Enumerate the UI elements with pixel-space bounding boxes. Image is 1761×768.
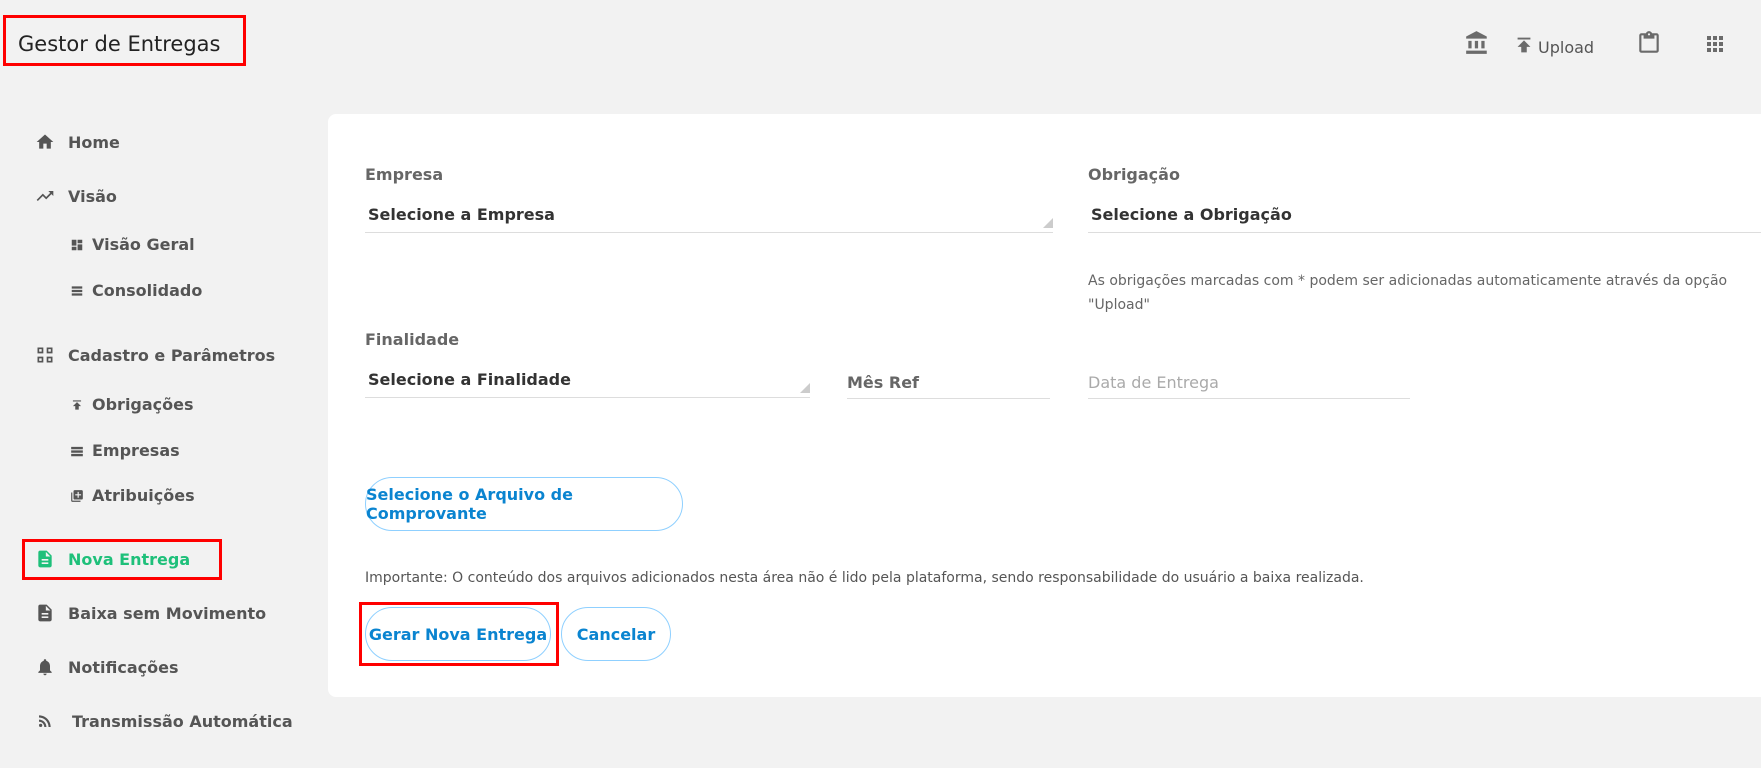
trending-up-icon (34, 185, 56, 207)
obrigacao-hint-line: "Upload" (1088, 297, 1150, 313)
sidebar-item-label: Empresas (92, 441, 180, 460)
sidebar-item-visao-geral[interactable]: Visão Geral (70, 235, 195, 254)
obrigacao-hint: As obrigações marcadas com * podem ser a… (1088, 269, 1738, 317)
sidebar-item-nova-entrega[interactable]: Nova Entrega (34, 548, 190, 570)
data-entrega-placeholder: Data de Entrega (1088, 373, 1219, 392)
sidebar-item-label: Home (68, 132, 120, 152)
empresa-select[interactable]: Selecione a Empresa (365, 197, 1053, 233)
sidebar-item-label: Visão (68, 186, 117, 206)
finalidade-label: Finalidade (365, 330, 460, 349)
apps-grid-icon[interactable] (1703, 32, 1727, 56)
document-icon (34, 548, 56, 570)
rss-icon (34, 710, 56, 732)
sidebar-item-notificacoes[interactable]: Notificações (34, 656, 179, 678)
sidebar-item-label: Nova Entrega (68, 549, 191, 569)
obrigacao-label: Obrigação (1088, 165, 1180, 184)
data-entrega-field[interactable]: Data de Entrega (1088, 363, 1410, 399)
upload-button[interactable]: Upload (1513, 32, 1594, 57)
obrigacao-select[interactable]: Selecione a Obrigação (1088, 197, 1761, 233)
upload-label: Upload (1538, 38, 1595, 57)
sidebar-item-cadastro[interactable]: Cadastro e Parâmetros (34, 344, 275, 366)
home-icon (34, 131, 56, 153)
app-title: Gestor de Entregas (3, 15, 246, 66)
cancel-button[interactable]: Cancelar (561, 607, 671, 661)
sidebar-item-atribuicoes[interactable]: Atribuições (70, 486, 195, 505)
sidebar-item-label: Notificações (68, 657, 179, 677)
upload-icon (70, 398, 84, 412)
sidebar-item-consolidado[interactable]: Consolidado (70, 281, 202, 300)
sidebar-item-label: Baixa sem Movimento (68, 603, 267, 623)
sidebar-item-label: Consolidado (92, 281, 203, 300)
generate-delivery-button[interactable]: Gerar Nova Entrega (365, 607, 551, 661)
empresa-label: Empresa (365, 165, 444, 184)
bell-icon (34, 656, 56, 678)
sidebar-item-label: Atribuições (92, 486, 195, 505)
obrigacao-hint-line: As obrigações marcadas com * podem ser a… (1088, 273, 1728, 289)
list-icon (70, 284, 84, 298)
mes-ref-label: Mês Ref (847, 373, 919, 392)
sidebar-item-label: Transmissão Automática (72, 711, 293, 731)
table-icon (70, 444, 84, 458)
sidebar-item-label: Obrigações (92, 395, 194, 414)
finalidade-select-value: Selecione a Finalidade (368, 370, 571, 389)
empresa-select-value: Selecione a Empresa (368, 205, 555, 224)
dropdown-corner-icon (800, 383, 810, 393)
bank-icon[interactable] (1464, 30, 1490, 56)
sidebar-item-baixa-sem-movimento[interactable]: Baixa sem Movimento (34, 602, 266, 624)
sidebar-item-empresas[interactable]: Empresas (70, 441, 180, 460)
obrigacao-select-value: Selecione a Obrigação (1091, 205, 1292, 224)
sidebar-item-obrigacoes[interactable]: Obrigações (70, 395, 194, 414)
dashboard-icon (70, 238, 84, 252)
settings-box-icon (34, 344, 56, 366)
clipboard-icon[interactable] (1636, 30, 1662, 56)
important-note: Importante: O conteúdo dos arquivos adic… (365, 570, 1364, 586)
sidebar-item-label: Visão Geral (92, 235, 195, 254)
select-file-button[interactable]: Selecione o Arquivo de Comprovante (365, 477, 683, 531)
upload-icon (1517, 37, 1531, 52)
mes-ref-field[interactable]: Mês Ref (847, 363, 1050, 399)
sidebar-item-home[interactable]: Home (34, 131, 120, 153)
document-icon (34, 602, 56, 624)
sidebar-item-visao[interactable]: Visão (34, 185, 117, 207)
library-add-icon (70, 489, 84, 503)
dropdown-corner-icon (1043, 218, 1053, 228)
finalidade-select[interactable]: Selecione a Finalidade (365, 362, 810, 398)
sidebar-item-label: Cadastro e Parâmetros (68, 345, 276, 365)
sidebar-item-transmissao-automatica[interactable]: Transmissão Automática (34, 710, 293, 732)
